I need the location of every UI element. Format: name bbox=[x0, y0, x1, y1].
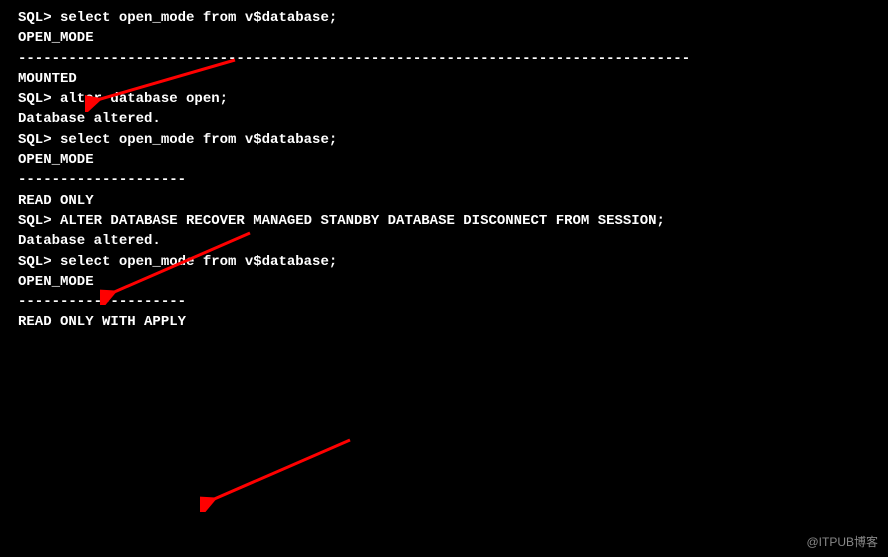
result-value: READ ONLY WITH APPLY bbox=[18, 312, 888, 332]
column-header: OPEN_MODE bbox=[18, 272, 888, 292]
result-message: Database altered. bbox=[18, 109, 888, 129]
separator: -------------------- bbox=[18, 170, 888, 190]
annotation-arrow-icon bbox=[200, 432, 360, 512]
sql-command: SQL> alter database open; bbox=[18, 89, 888, 109]
separator: -------------------- bbox=[18, 292, 888, 312]
separator: ----------------------------------------… bbox=[18, 49, 888, 69]
result-value: READ ONLY bbox=[18, 191, 888, 211]
sql-command: SQL> ALTER DATABASE RECOVER MANAGED STAN… bbox=[18, 211, 888, 231]
terminal-output: SQL> select open_mode from v$database; O… bbox=[18, 8, 888, 333]
result-message: Database altered. bbox=[18, 231, 888, 251]
sql-command: SQL> select open_mode from v$database; bbox=[18, 252, 888, 272]
column-header: OPEN_MODE bbox=[18, 28, 888, 48]
watermark-text: @ITPUB博客 bbox=[806, 534, 878, 551]
sql-command: SQL> select open_mode from v$database; bbox=[18, 130, 888, 150]
column-header: OPEN_MODE bbox=[18, 150, 888, 170]
result-value: MOUNTED bbox=[18, 69, 888, 89]
sql-command: SQL> select open_mode from v$database; bbox=[18, 8, 888, 28]
